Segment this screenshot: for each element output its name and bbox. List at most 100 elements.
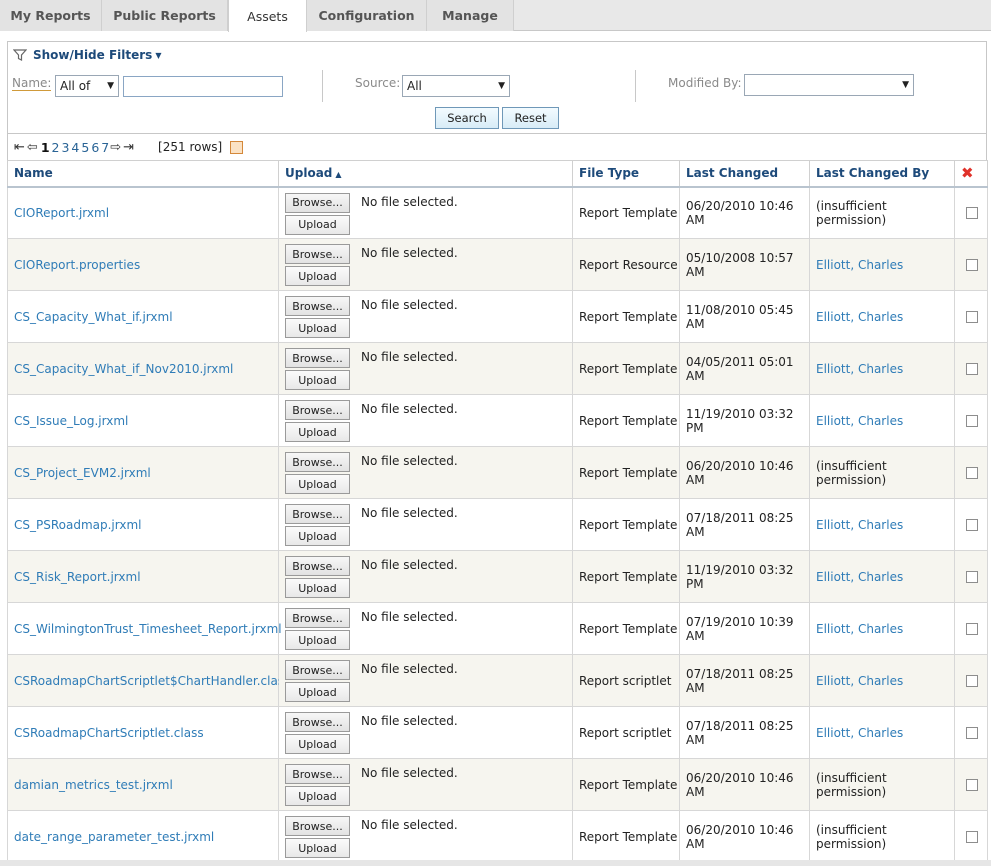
asset-name-link[interactable]: CSRoadmapChartScriptlet.class (14, 726, 204, 740)
browse-button[interactable]: Browse... (285, 192, 350, 213)
tab-public-reports[interactable]: Public Reports (102, 0, 228, 31)
row-checkbox[interactable] (966, 622, 978, 635)
asset-name-link[interactable]: CIOReport.jrxml (14, 206, 109, 220)
last-changed-by-cell: Elliott, Charles (809, 290, 955, 343)
no-file-label: No file selected. (361, 298, 458, 312)
upload-button[interactable]: Upload (285, 422, 350, 442)
last-changed-by[interactable]: Elliott, Charles (816, 622, 953, 636)
upload-button[interactable]: Upload (285, 318, 350, 338)
asset-name-link[interactable]: CS_Project_EVM2.jrxml (14, 466, 151, 480)
assets-table: Name Upload ▲ File Type Last Changed Last… (7, 160, 988, 863)
tab-assets[interactable]: Assets (228, 0, 307, 32)
browse-button[interactable]: Browse... (285, 556, 350, 576)
column-header-file-type[interactable]: File Type (572, 160, 680, 188)
file-type-cell: Report scriptlet (572, 706, 680, 759)
upload-button[interactable]: Upload (285, 786, 350, 806)
upload-button[interactable]: Upload (285, 214, 350, 235)
row-checkbox[interactable] (966, 258, 978, 271)
page-link[interactable]: 3 (61, 140, 69, 155)
page-link[interactable]: 2 (52, 140, 60, 155)
name-filter-input[interactable] (123, 76, 283, 97)
browse-button[interactable]: Browse... (285, 400, 350, 420)
browse-button[interactable]: Browse... (285, 504, 350, 524)
browse-button[interactable]: Browse... (285, 348, 350, 368)
browse-button[interactable]: Browse... (285, 712, 350, 732)
row-checkbox[interactable] (966, 362, 978, 375)
asset-name-link[interactable]: CS_Risk_Report.jrxml (14, 570, 141, 584)
name-mode-select[interactable]: All of ▼ (55, 75, 119, 97)
tab-my-reports[interactable]: My Reports (0, 0, 102, 31)
no-file-label: No file selected. (361, 194, 458, 209)
source-select[interactable]: All ▼ (402, 75, 510, 97)
row-checkbox[interactable] (966, 414, 978, 427)
asset-name-link[interactable]: CIOReport.properties (14, 258, 140, 272)
page-link[interactable]: 7 (101, 140, 109, 155)
show-hide-filters-toggle[interactable]: Show/Hide Filters ▼ (13, 48, 161, 62)
row-checkbox[interactable] (966, 674, 978, 687)
last-changed-by[interactable]: Elliott, Charles (816, 674, 953, 688)
select-cell (954, 498, 988, 551)
row-checkbox[interactable] (966, 570, 978, 583)
column-header-last-changed[interactable]: Last Changed (679, 160, 810, 188)
modified-by-select[interactable]: ▼ (744, 74, 914, 96)
browse-button[interactable]: Browse... (285, 452, 350, 472)
upload-button[interactable]: Upload (285, 734, 350, 754)
last-changed-by[interactable]: Elliott, Charles (816, 310, 953, 324)
asset-name-link[interactable]: CS_Issue_Log.jrxml (14, 414, 128, 428)
asset-name-link[interactable]: CS_WilmingtonTrust_Timesheet_Report.jrxm… (14, 622, 282, 636)
row-checkbox[interactable] (966, 310, 978, 323)
last-changed-by[interactable]: Elliott, Charles (816, 362, 953, 376)
page-link[interactable]: 5 (81, 140, 89, 155)
asset-name-link[interactable]: CS_PSRoadmap.jrxml (14, 518, 142, 532)
upload-button[interactable]: Upload (285, 838, 350, 858)
upload-button[interactable]: Upload (285, 578, 350, 598)
last-changed-date: 05/10/2008 10:57 (686, 250, 794, 265)
delete-column-header[interactable]: ✖ (954, 160, 988, 188)
upload-button[interactable]: Upload (285, 266, 350, 286)
row-checkbox[interactable] (966, 466, 978, 479)
browse-button[interactable]: Browse... (285, 764, 350, 784)
page-link[interactable]: 6 (91, 140, 99, 155)
asset-name-link[interactable]: CS_Capacity_What_if.jrxml (14, 310, 173, 324)
column-header-name[interactable]: Name (7, 160, 279, 188)
row-checkbox[interactable] (966, 206, 978, 219)
last-changed-by[interactable]: Elliott, Charles (816, 414, 953, 428)
asset-name-link[interactable]: CS_Capacity_What_if_Nov2010.jrxml (14, 362, 233, 376)
asset-name-link[interactable]: CSRoadmapChartScriptlet$ChartHandler.cla… (14, 674, 290, 688)
last-page-icon[interactable]: ⇥ (123, 140, 134, 155)
search-button[interactable]: Search (435, 107, 499, 129)
last-changed-by[interactable]: Elliott, Charles (816, 258, 953, 272)
reset-button[interactable]: Reset (502, 107, 559, 129)
row-checkbox[interactable] (966, 830, 978, 843)
row-checkbox[interactable] (966, 778, 978, 791)
name-cell: CSRoadmapChartScriptlet$ChartHandler.cla… (7, 654, 290, 707)
row-checkbox[interactable] (966, 518, 978, 531)
column-header-upload[interactable]: Upload ▲ (278, 160, 573, 188)
delete-x-icon[interactable]: ✖ (961, 164, 974, 182)
upload-button[interactable]: Upload (285, 630, 350, 650)
column-header-last-changed-by[interactable]: Last Changed By (809, 160, 955, 188)
export-icon[interactable] (230, 140, 244, 154)
upload-button[interactable]: Upload (285, 526, 350, 546)
table-row: CS_Capacity_What_if_Nov2010.jrxml Browse.… (7, 342, 988, 395)
prev-page-icon[interactable]: ⇦ (27, 140, 38, 155)
page-link[interactable]: 4 (71, 140, 79, 155)
upload-button[interactable]: Upload (285, 682, 350, 702)
last-changed-by[interactable]: Elliott, Charles (816, 726, 953, 740)
row-checkbox[interactable] (966, 726, 978, 739)
browse-button[interactable]: Browse... (285, 244, 350, 264)
last-changed-by[interactable]: Elliott, Charles (816, 570, 953, 584)
tab-configuration[interactable]: Configuration (307, 0, 427, 31)
browse-button[interactable]: Browse... (285, 816, 350, 836)
upload-button[interactable]: Upload (285, 474, 350, 494)
upload-button[interactable]: Upload (285, 370, 350, 390)
last-changed-by[interactable]: Elliott, Charles (816, 518, 953, 532)
next-page-icon[interactable]: ⇨ (110, 140, 121, 155)
tab-manage[interactable]: Manage (427, 0, 514, 31)
browse-button[interactable]: Browse... (285, 660, 350, 680)
browse-button[interactable]: Browse... (285, 608, 350, 628)
first-page-icon[interactable]: ⇤ (14, 140, 25, 155)
browse-button[interactable]: Browse... (285, 296, 350, 316)
asset-name-link[interactable]: date_range_parameter_test.jrxml (14, 830, 214, 844)
asset-name-link[interactable]: damian_metrics_test.jrxml (14, 778, 173, 792)
